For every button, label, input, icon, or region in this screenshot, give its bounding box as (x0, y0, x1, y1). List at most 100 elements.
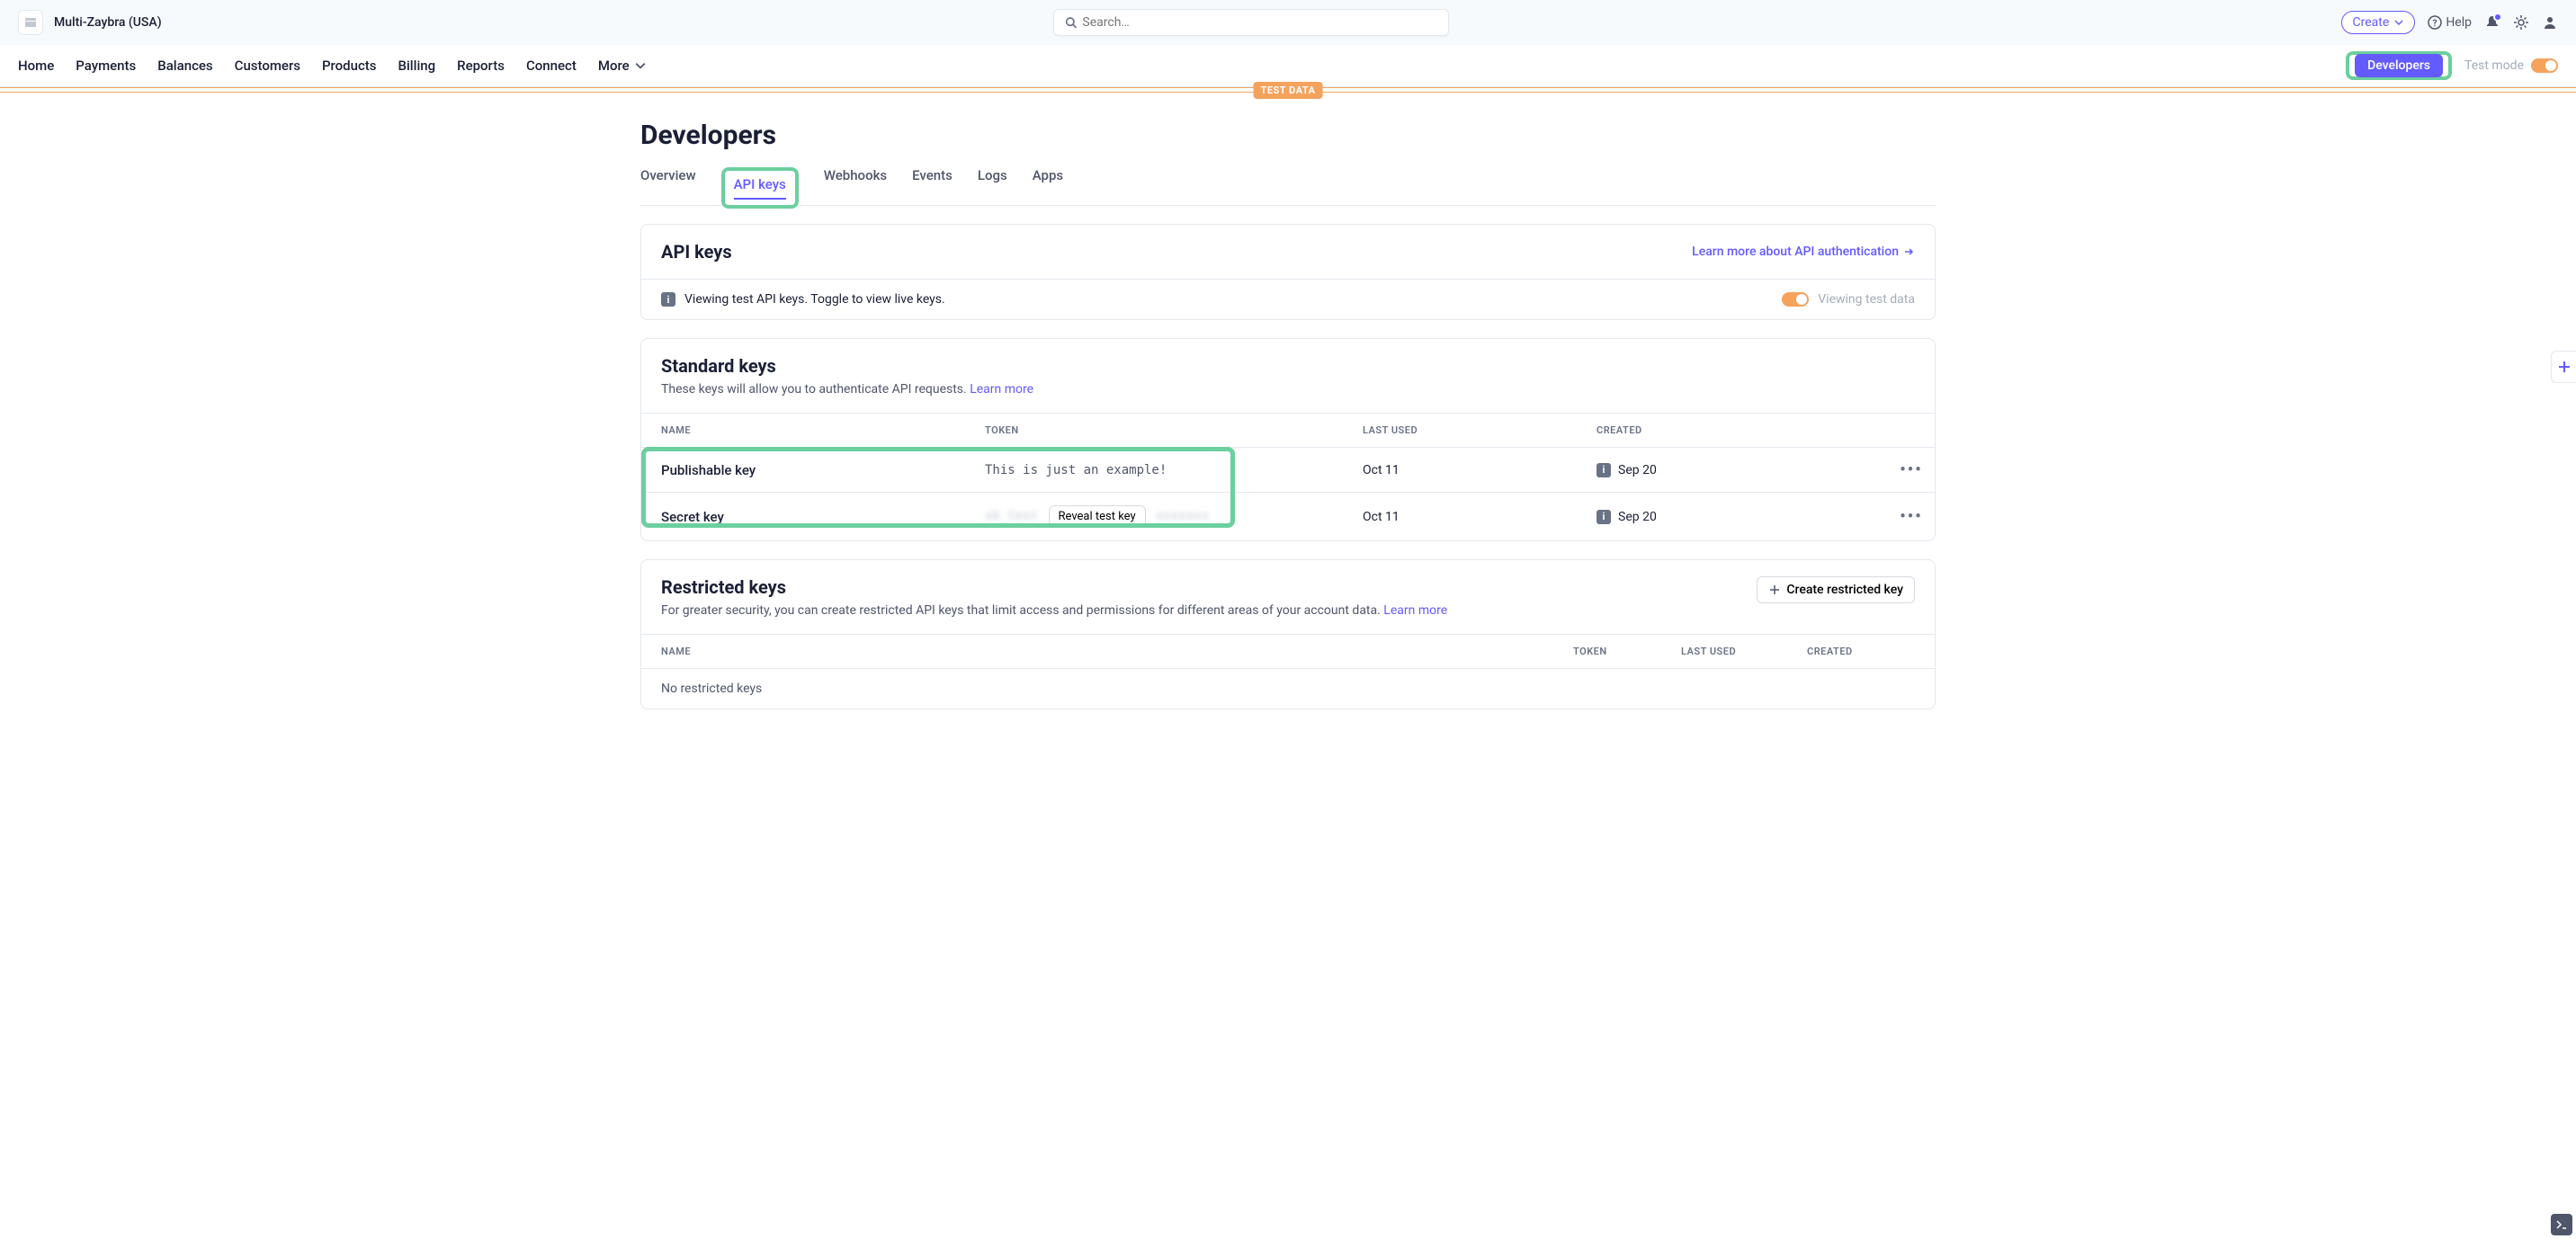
nav-billing[interactable]: Billing (398, 45, 436, 86)
key-last-used: Oct 11 (1363, 463, 1597, 477)
key-last-used: Oct 11 (1363, 510, 1597, 524)
chevron-down-icon (2394, 18, 2403, 27)
subtab-webhooks[interactable]: Webhooks (824, 167, 887, 205)
nav-customers[interactable]: Customers (235, 45, 300, 86)
search-icon (1065, 16, 1077, 29)
info-icon: i (661, 292, 675, 307)
notification-dot (2493, 13, 2502, 22)
col-last-used: LAST USED (1681, 646, 1807, 657)
nav-more-label: More (598, 58, 630, 74)
plus-icon (1768, 584, 1781, 596)
terminal-button[interactable] (2551, 1214, 2572, 1235)
developers-button[interactable]: Developers (2355, 54, 2443, 77)
profile-button[interactable] (2542, 14, 2558, 31)
nav-more[interactable]: More (598, 45, 646, 86)
nav-home[interactable]: Home (18, 45, 54, 86)
side-add-button[interactable] (2551, 351, 2576, 383)
standard-keys-table-head: NAME TOKEN LAST USED CREATED (641, 413, 1935, 447)
create-button[interactable]: Create (2341, 11, 2416, 34)
subtab-apps[interactable]: Apps (1033, 167, 1063, 205)
settings-button[interactable] (2513, 14, 2529, 31)
standard-learn-more-link[interactable]: Learn more (970, 382, 1033, 397)
restricted-keys-block: Restricted keys For greater security, yo… (640, 559, 1936, 709)
col-created: CREATED (1597, 424, 1884, 436)
nav-connect[interactable]: Connect (526, 45, 577, 86)
test-mode-label: Test mode (2464, 58, 2524, 73)
standard-keys-block: Standard keys These keys will allow you … (640, 338, 1936, 541)
info-icon: i (1597, 510, 1611, 524)
restricted-table-head: NAME TOKEN LAST USED CREATED (641, 634, 1935, 668)
toggle-switch[interactable] (2531, 58, 2558, 73)
info-icon: i (1597, 463, 1611, 477)
key-token: sk_test Reveal test key xxxxxxx (985, 505, 1363, 528)
plus-icon (2557, 360, 2572, 374)
standard-keys-title: Standard keys (661, 355, 1033, 377)
viewing-test-data-toggle[interactable]: Viewing test data (1782, 292, 1915, 307)
col-name: NAME (661, 424, 985, 436)
test-mode-toggle[interactable]: Test mode (2464, 58, 2558, 73)
key-row-publishable: Publishable key This is just an example!… (641, 447, 1935, 492)
arrow-right-icon (1902, 245, 1915, 258)
developers-highlight: Developers (2346, 51, 2452, 80)
restricted-learn-more-link[interactable]: Learn more (1383, 603, 1447, 618)
subtab-logs[interactable]: Logs (978, 167, 1007, 205)
reveal-test-key-button[interactable]: Reveal test key (1049, 505, 1146, 528)
toggle-switch[interactable] (1782, 292, 1809, 307)
chevron-down-icon (635, 60, 646, 71)
col-created: CREATED (1807, 646, 1915, 657)
learn-auth-link-text: Learn more about API authentication (1692, 245, 1899, 259)
subtabs: Overview API keys Webhooks Events Logs A… (640, 167, 1936, 206)
standard-keys-desc-text: These keys will allow you to authenticat… (661, 382, 970, 397)
create-button-label: Create (2353, 15, 2390, 30)
gear-icon (2513, 14, 2529, 31)
notifications-button[interactable] (2484, 14, 2500, 31)
topbar: Multi-Zaybra (USA) Create ? Help (0, 0, 2576, 45)
subtab-events[interactable]: Events (912, 167, 953, 205)
key-name: Secret key (661, 509, 985, 525)
subtab-overview[interactable]: Overview (640, 167, 696, 205)
create-restricted-label: Create restricted key (1786, 583, 1903, 597)
key-created: Sep 20 (1618, 510, 1657, 524)
standard-keys-desc: These keys will allow you to authenticat… (661, 382, 1033, 397)
account-logo[interactable] (18, 10, 43, 35)
col-last-used: LAST USED (1363, 424, 1597, 436)
terminal-icon (2555, 1218, 2568, 1231)
row-menu-button[interactable]: ••• (1884, 507, 1938, 526)
nav-balances[interactable]: Balances (157, 45, 212, 86)
api-keys-card: API keys Learn more about API authentica… (640, 224, 1936, 320)
api-keys-highlight: API keys (721, 167, 799, 209)
viewing-test-data-label: Viewing test data (1818, 292, 1915, 307)
key-created: Sep 20 (1618, 463, 1657, 477)
col-name: NAME (661, 646, 1573, 657)
svg-text:?: ? (2433, 19, 2437, 29)
row-menu-button[interactable]: ••• (1884, 460, 1938, 479)
restricted-keys-title: Restricted keys (661, 576, 1447, 598)
page-title: Developers (640, 120, 1936, 151)
api-keys-info-text: Viewing test API keys. Toggle to view li… (684, 292, 945, 307)
col-token: TOKEN (1573, 646, 1681, 657)
col-token: TOKEN (985, 424, 1363, 436)
learn-auth-link[interactable]: Learn more about API authentication (1692, 245, 1915, 259)
account-name[interactable]: Multi-Zaybra (USA) (54, 15, 162, 30)
key-name: Publishable key (661, 462, 985, 478)
search-input[interactable] (1082, 15, 1437, 30)
api-keys-title: API keys (661, 241, 732, 263)
key-row-secret: Secret key sk_test Reveal test key xxxxx… (641, 492, 1935, 540)
nav-payments[interactable]: Payments (76, 45, 136, 86)
help-label: Help (2446, 15, 2472, 30)
help-icon: ? (2428, 15, 2442, 30)
search-box[interactable] (1053, 9, 1449, 36)
restricted-empty-text: No restricted keys (641, 668, 1935, 709)
help-link[interactable]: ? Help (2428, 15, 2472, 30)
restricted-keys-desc-text: For greater security, you can create res… (661, 603, 1383, 618)
subtab-api-keys[interactable]: API keys (734, 176, 786, 200)
main-nav: Home Payments Balances Customers Product… (0, 45, 2576, 87)
create-restricted-key-button[interactable]: Create restricted key (1757, 576, 1915, 603)
nav-reports[interactable]: Reports (457, 45, 505, 86)
test-data-badge: TEST DATA (1254, 82, 1323, 99)
user-icon (2542, 14, 2558, 31)
key-token[interactable]: This is just an example! (985, 463, 1363, 477)
blurred-token: sk_test (985, 509, 1038, 523)
nav-products[interactable]: Products (322, 45, 377, 86)
test-data-banner: TEST DATA (0, 87, 2576, 93)
